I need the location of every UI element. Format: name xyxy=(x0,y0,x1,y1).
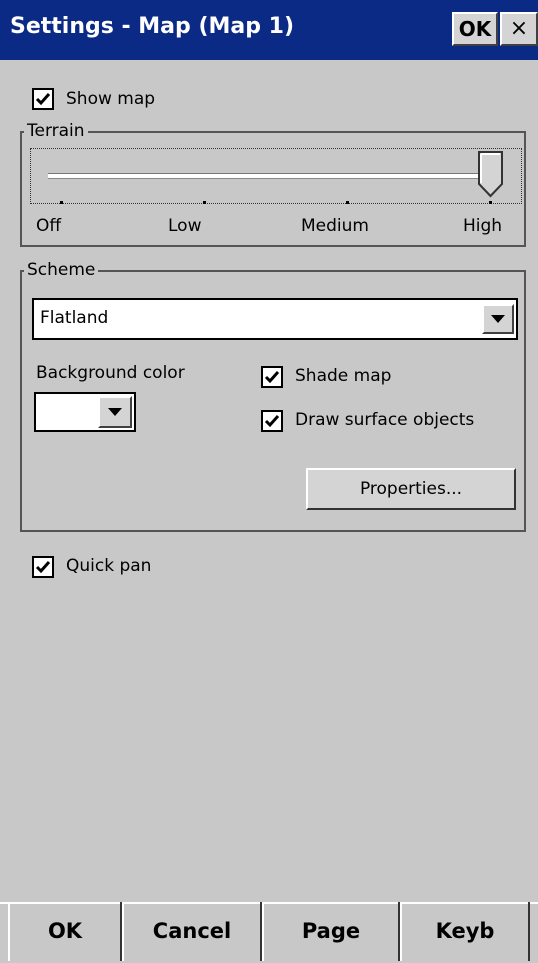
scheme-select[interactable]: Flatland xyxy=(32,298,518,340)
background-color-label: Background color xyxy=(36,363,185,383)
slider-tick-off xyxy=(60,201,63,204)
terrain-legend: Terrain xyxy=(24,121,88,141)
tick-label-low: Low xyxy=(168,216,202,236)
shade-map-checkbox[interactable] xyxy=(261,366,283,388)
quick-pan-label: Quick pan xyxy=(66,556,152,576)
checkmark-icon xyxy=(264,371,280,384)
quick-pan-checkbox[interactable] xyxy=(32,556,54,578)
draw-surface-objects-label: Draw surface objects xyxy=(295,410,475,430)
slider-track xyxy=(48,173,494,179)
window-title: Settings - Map (Map 1) xyxy=(10,14,295,39)
tick-label-off: Off xyxy=(36,216,62,236)
checkmark-icon xyxy=(35,93,51,106)
softkey-cancel[interactable]: Cancel xyxy=(122,902,262,961)
tick-label-medium: Medium xyxy=(301,216,369,236)
title-bar: Settings - Map (Map 1) OK × xyxy=(0,0,538,60)
close-button[interactable]: × xyxy=(500,12,538,46)
chevron-down-icon xyxy=(108,408,122,416)
tick-label-high: High xyxy=(463,216,503,236)
slider-tick-high xyxy=(489,201,492,204)
checkmark-icon xyxy=(35,561,51,574)
slider-tick-low xyxy=(203,201,206,204)
chevron-down-icon xyxy=(491,315,505,323)
scheme-legend: Scheme xyxy=(24,260,99,280)
show-map-checkbox[interactable] xyxy=(32,88,54,110)
slider-tick-medium xyxy=(346,201,349,204)
softkey-ok[interactable]: OK xyxy=(8,902,122,961)
scheme-dropdown-button[interactable] xyxy=(482,304,514,334)
softkey-keyb[interactable]: Keyb xyxy=(400,902,530,961)
softkey-page[interactable]: Page xyxy=(262,902,400,961)
show-map-label: Show map xyxy=(66,89,156,109)
title-ok-button[interactable]: OK xyxy=(452,12,498,46)
color-dropdown-button[interactable] xyxy=(98,396,132,428)
checkmark-icon xyxy=(264,415,280,428)
background-color-picker[interactable] xyxy=(34,392,136,432)
shade-map-label: Shade map xyxy=(295,366,392,386)
color-swatch xyxy=(38,396,92,428)
draw-surface-objects-checkbox[interactable] xyxy=(261,410,283,432)
slider-thumb[interactable] xyxy=(477,150,505,198)
scheme-selected-value: Flatland xyxy=(40,308,109,328)
properties-button[interactable]: Properties... xyxy=(306,468,516,510)
